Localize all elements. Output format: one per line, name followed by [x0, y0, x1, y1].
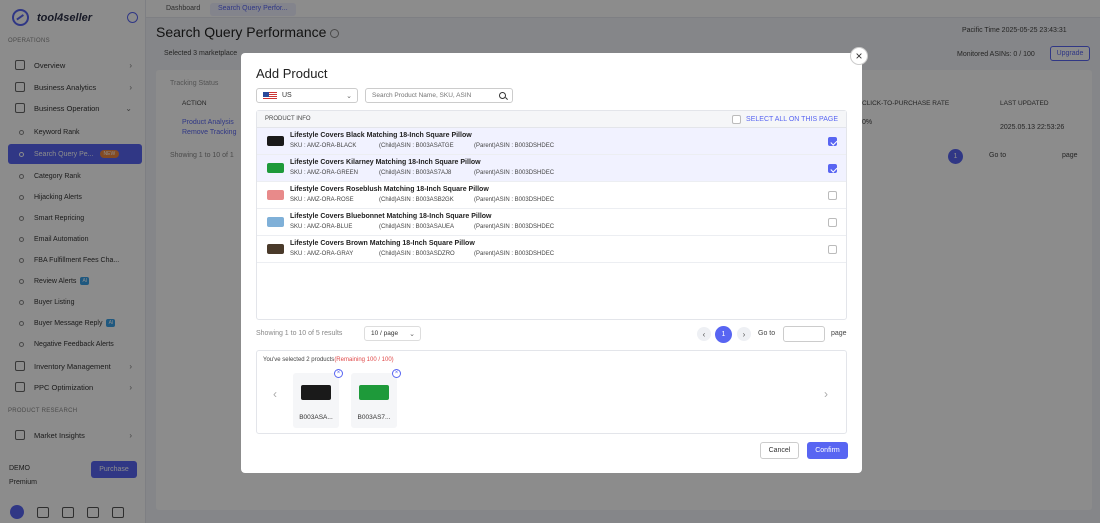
product-child-asin: (Child)ASIN : B003ASB2GK [379, 197, 454, 203]
chevron-down-icon: ⌄ [346, 93, 352, 100]
carousel-prev-icon[interactable]: ‹ [273, 387, 277, 401]
row-checkbox[interactable] [828, 137, 837, 146]
product-thumbnail [267, 190, 284, 200]
product-child-asin: (Child)ASIN : B003ASDZRO [379, 251, 455, 257]
product-parent-asin: (Parent)ASIN : B003DSHDEC [474, 170, 555, 176]
product-thumbnail [267, 136, 284, 146]
product-sku: SKU : AMZ-ORA-BLACK [290, 143, 357, 149]
product-sku: SKU : AMZ-ORA-BLUE [290, 224, 353, 230]
product-child-asin: (Child)ASIN : B003ASATGE [379, 143, 454, 149]
per-page-select[interactable]: 10 / page ⌄ [364, 326, 421, 341]
product-thumbnail [359, 385, 389, 400]
confirm-button[interactable]: Confirm [807, 442, 848, 459]
product-name: Lifestyle Covers Black Matching 18-Inch … [290, 132, 472, 139]
product-name: Lifestyle Covers Bluebonnet Matching 18-… [290, 213, 492, 220]
column-product-info: PRODUCT INFO [265, 116, 311, 122]
product-parent-asin: (Parent)ASIN : B003DSHDEC [474, 143, 555, 149]
select-all-checkbox[interactable] [732, 115, 742, 124]
row-checkbox[interactable] [828, 218, 837, 227]
select-all-toggle[interactable]: SELECT ALL ON THIS PAGE [732, 115, 838, 124]
goto-page-input[interactable] [783, 326, 825, 342]
product-name: Lifestyle Covers Kilarney Matching 18-In… [290, 159, 481, 166]
row-checkbox[interactable] [828, 164, 837, 173]
chevron-down-icon: ⌄ [409, 331, 415, 338]
current-page[interactable]: 1 [715, 326, 732, 343]
close-icon[interactable]: × [850, 47, 868, 65]
product-name: Lifestyle Covers Roseblush Matching 18-I… [290, 186, 489, 193]
product-thumbnail [267, 163, 284, 173]
selected-summary: You've selected 2 products(Remaining 100… [263, 357, 394, 363]
product-thumbnail [301, 385, 331, 400]
table-row[interactable]: Lifestyle Covers Black Matching 18-Inch … [257, 128, 846, 155]
product-parent-asin: (Parent)ASIN : B003DSHDEC [474, 197, 555, 203]
table-row[interactable]: Lifestyle Covers Kilarney Matching 18-In… [257, 155, 846, 182]
remaining-count: (Remaining 100 / 100) [334, 357, 394, 363]
product-parent-asin: (Parent)ASIN : B003DSHDEC [474, 251, 555, 257]
card-asin: B003ASA... [299, 414, 333, 421]
selected-product-card: B003AS7... × [351, 369, 401, 428]
next-page-button[interactable]: › [737, 327, 751, 341]
product-sku: SKU : AMZ-ORA-ROSE [290, 197, 354, 203]
product-sku: SKU : AMZ-ORA-GREEN [290, 170, 359, 176]
cancel-button[interactable]: Cancel [760, 442, 799, 459]
selected-products-panel: You've selected 2 products(Remaining 100… [256, 350, 847, 434]
add-product-modal: Add Product US ⌄ PRODUCT INFO SELECT ALL… [241, 53, 862, 473]
table-row[interactable]: Lifestyle Covers Brown Matching 18-Inch … [257, 236, 846, 263]
country-select[interactable]: US ⌄ [256, 88, 358, 103]
search-icon[interactable] [499, 92, 506, 99]
page-label: page [831, 330, 847, 337]
product-parent-asin: (Parent)ASIN : B003DSHDEC [474, 224, 555, 230]
product-thumbnail [267, 244, 284, 254]
product-thumbnail [267, 217, 284, 227]
selected-count: You've selected 2 products [263, 357, 335, 363]
product-name: Lifestyle Covers Brown Matching 18-Inch … [290, 240, 475, 247]
carousel-next-icon[interactable]: › [824, 387, 828, 401]
product-table: PRODUCT INFO SELECT ALL ON THIS PAGE Lif… [256, 110, 847, 320]
row-checkbox[interactable] [828, 245, 837, 254]
goto-label: Go to [758, 330, 776, 337]
modal-title: Add Product [256, 66, 328, 81]
remove-icon[interactable]: × [392, 369, 401, 378]
select-all-label: SELECT ALL ON THIS PAGE [746, 116, 838, 123]
showing-results: Showing 1 to 10 of 5 results [256, 330, 343, 337]
per-page-value: 10 / page [371, 330, 399, 337]
card-asin: B003AS7... [357, 414, 391, 421]
product-child-asin: (Child)ASIN : B003ASAUEA [379, 224, 455, 230]
selected-product-card: B003ASA... × [293, 369, 343, 428]
us-flag-icon [263, 91, 277, 100]
country-value: US [282, 92, 292, 99]
remove-icon[interactable]: × [334, 369, 343, 378]
row-checkbox[interactable] [828, 191, 837, 200]
product-child-asin: (Child)ASIN : B003AS7AJ8 [379, 170, 452, 176]
table-row[interactable]: Lifestyle Covers Bluebonnet Matching 18-… [257, 209, 846, 236]
product-search-input[interactable] [365, 88, 513, 103]
prev-page-button[interactable]: ‹ [697, 327, 711, 341]
table-header: PRODUCT INFO SELECT ALL ON THIS PAGE [257, 111, 846, 128]
table-row[interactable]: Lifestyle Covers Roseblush Matching 18-I… [257, 182, 846, 209]
product-sku: SKU : AMZ-ORA-GRAY [290, 251, 354, 257]
